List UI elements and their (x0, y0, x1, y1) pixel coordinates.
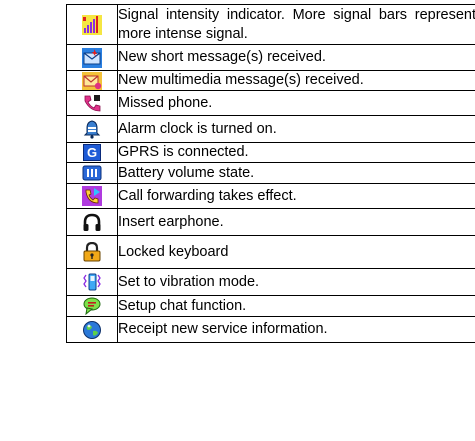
icon-cell (66, 44, 118, 71)
table-row: Alarm clock is turned on. (66, 115, 475, 143)
icon-cell (66, 70, 118, 91)
icon-cell (66, 235, 118, 269)
alarm-clock-icon (82, 119, 102, 139)
table-row: Locked keyboard (66, 235, 475, 269)
gprs-icon: G (83, 144, 101, 161)
status-icons-table: Signal intensity indicator. More signal … (66, 4, 475, 343)
table-row: New multimedia message(s) received. (66, 70, 475, 91)
icon-description: Setup chat function. (117, 295, 475, 317)
icon-description: Missed phone. (117, 90, 475, 116)
icon-cell (66, 115, 118, 143)
icon-description: New short message(s) received. (117, 44, 475, 71)
table-row: Receipt new service information. (66, 316, 475, 343)
table-row: Battery volume state. (66, 162, 475, 184)
icon-cell (66, 268, 118, 296)
icon-description: Receipt new service information. (117, 316, 475, 343)
table-row: Call forwarding takes effect. (66, 183, 475, 209)
call-forwarding-icon (82, 186, 102, 206)
service-info-icon (82, 320, 102, 340)
table-row: Insert earphone. (66, 208, 475, 236)
icon-description: Battery volume state. (117, 162, 475, 184)
icon-cell (66, 162, 118, 184)
battery-icon (82, 165, 102, 181)
missed-call-icon (82, 93, 102, 113)
table-row: Signal intensity indicator. More signal … (66, 4, 475, 45)
icon-cell (66, 295, 118, 317)
icon-description: Insert earphone. (117, 208, 475, 236)
icon-description: Set to vibration mode. (117, 268, 475, 296)
icon-description: Locked keyboard (117, 235, 475, 269)
icon-description: Alarm clock is turned on. (117, 115, 475, 143)
icon-cell (66, 316, 118, 343)
table-row: New short message(s) received. (66, 44, 475, 71)
icon-cell (66, 4, 118, 45)
icon-cell (66, 183, 118, 209)
table-row: Setup chat function. (66, 295, 475, 317)
chat-icon (82, 297, 102, 315)
icon-description: Call forwarding takes effect. (117, 183, 475, 209)
icon-cell (66, 208, 118, 236)
icon-cell (66, 90, 118, 116)
vibration-mode-icon (82, 272, 102, 292)
icon-description: New multimedia message(s) received. (117, 70, 475, 91)
icon-cell: G (66, 142, 118, 163)
signal-bars-icon (82, 14, 102, 35)
table-row: Missed phone. (66, 90, 475, 116)
table-row: Set to vibration mode. (66, 268, 475, 296)
new-sms-icon (82, 47, 102, 68)
keypad-lock-icon (82, 242, 102, 262)
gprs-letter: G (86, 145, 98, 160)
table-row: G GPRS is connected. (66, 142, 475, 163)
earphone-icon (82, 212, 102, 232)
icon-description: Signal intensity indicator. More signal … (117, 4, 475, 45)
icon-description: GPRS is connected. (117, 142, 475, 163)
new-mms-icon (82, 71, 102, 90)
